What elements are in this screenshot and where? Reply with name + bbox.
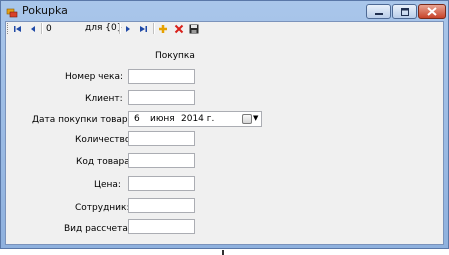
date-day: 6 xyxy=(134,114,140,124)
toolbar-separator xyxy=(119,23,121,34)
calendar-icon[interactable] xyxy=(242,114,252,124)
product-code-label: Код товара: xyxy=(76,157,133,167)
client-field[interactable] xyxy=(128,90,195,105)
maximize-button[interactable] xyxy=(392,4,417,19)
move-previous-button[interactable] xyxy=(28,22,38,35)
next-icon xyxy=(126,25,130,32)
close-icon xyxy=(427,7,437,16)
payment-type-field[interactable] xyxy=(128,219,195,234)
last-icon xyxy=(139,25,147,32)
product-code-field[interactable] xyxy=(128,153,195,168)
app-icon xyxy=(6,4,18,18)
delete-icon xyxy=(174,24,183,33)
delete-button[interactable] xyxy=(173,22,184,35)
save-icon xyxy=(189,24,198,33)
employee-field[interactable] xyxy=(128,198,195,213)
app-window: Pokupka для {0} xyxy=(0,0,449,249)
date-month: июня xyxy=(150,114,175,124)
payment-type-label: Вид рассчета: xyxy=(64,224,131,234)
move-next-button[interactable] xyxy=(123,22,133,35)
move-first-button[interactable] xyxy=(12,22,22,35)
minimize-icon xyxy=(374,12,383,15)
date-picker[interactable]: 6 июня 2014 г. ▼ xyxy=(128,111,262,127)
first-icon xyxy=(13,25,21,32)
receipt-field[interactable] xyxy=(128,69,195,84)
resize-marker xyxy=(222,250,224,255)
price-field[interactable] xyxy=(128,176,195,191)
binding-navigator: для {0} xyxy=(6,22,443,35)
prev-icon xyxy=(31,25,35,32)
employee-label: Сотрудник: xyxy=(75,203,130,213)
window-title: Pokupka xyxy=(22,4,68,17)
position-input[interactable] xyxy=(46,23,76,34)
chevron-down-icon[interactable]: ▼ xyxy=(253,114,258,122)
client-label: Клиент: xyxy=(85,94,123,104)
toolbar-separator xyxy=(153,23,155,34)
date-year: 2014 г. xyxy=(181,114,215,124)
price-label: Цена: xyxy=(94,180,121,190)
date-label: Дата покупки товара: xyxy=(32,115,137,125)
add-new-button[interactable] xyxy=(157,22,168,35)
maximize-icon xyxy=(400,7,409,16)
quantity-field[interactable] xyxy=(128,131,195,146)
form-title: Покупка xyxy=(155,51,195,61)
title-bar[interactable]: Pokupka xyxy=(1,1,448,21)
toolbar-grip[interactable] xyxy=(7,23,10,34)
count-label: для {0} xyxy=(85,23,123,33)
receipt-label: Номер чека: xyxy=(65,72,124,82)
add-icon xyxy=(158,24,167,33)
toolbar-separator xyxy=(41,23,43,34)
move-last-button[interactable] xyxy=(138,22,148,35)
form-client-area: для {0} Покупка Номер чека: Клиент: xyxy=(5,21,444,245)
close-button[interactable] xyxy=(418,4,446,19)
quantity-label: Количество: xyxy=(75,135,134,145)
save-button[interactable] xyxy=(188,22,199,35)
minimize-button[interactable] xyxy=(366,4,391,19)
